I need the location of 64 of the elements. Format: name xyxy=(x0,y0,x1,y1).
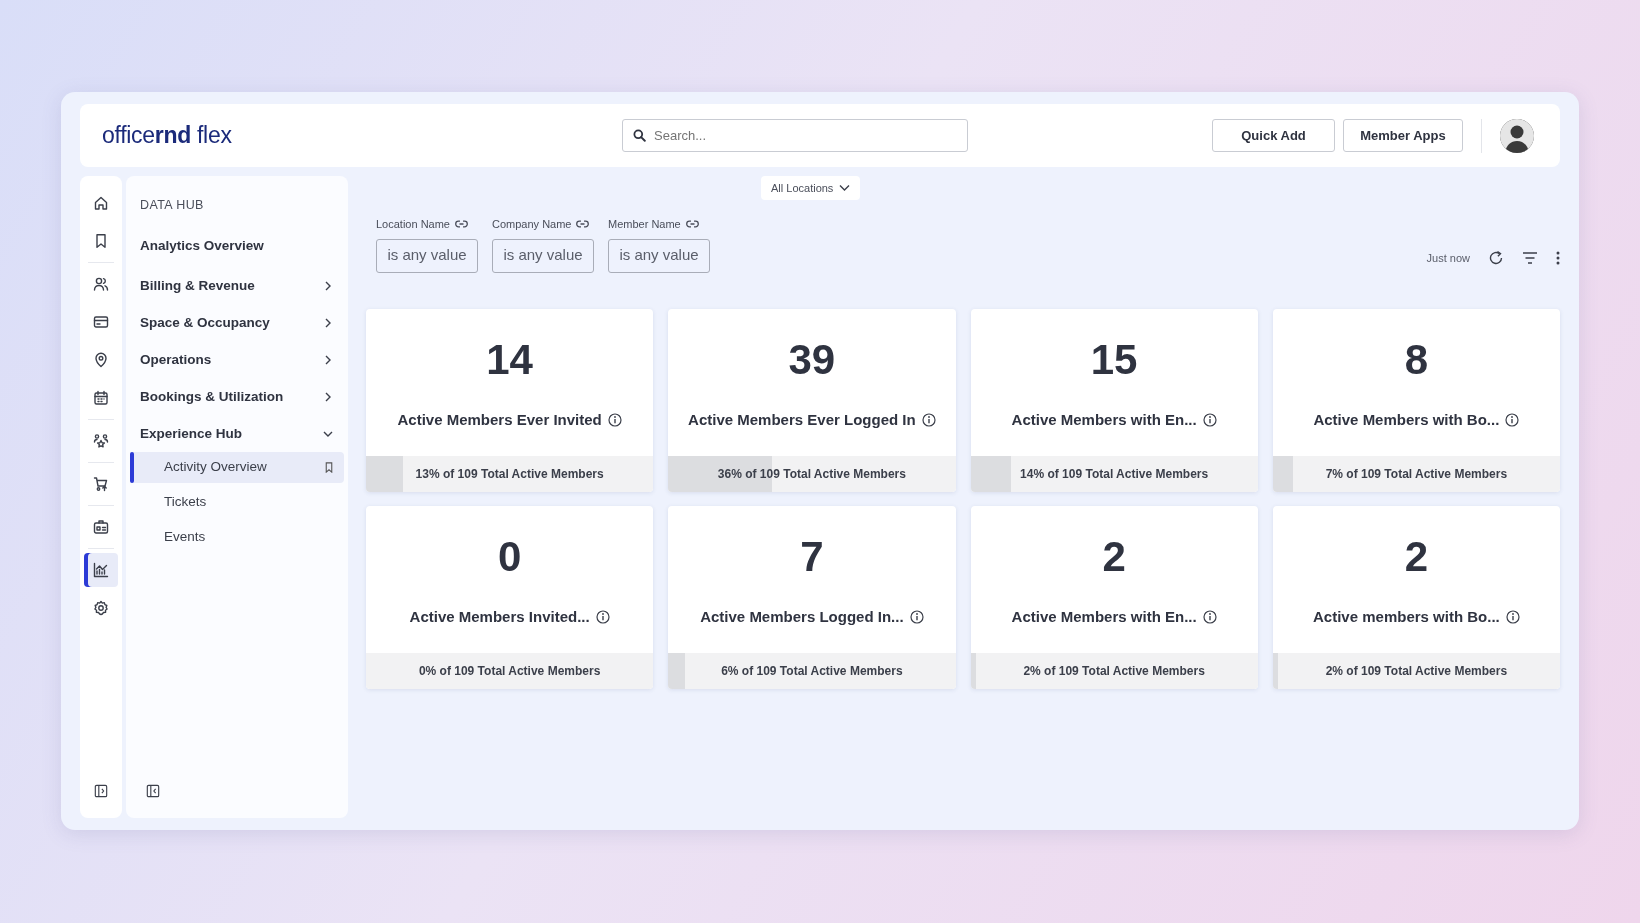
metric-title: Active Members with En... xyxy=(1011,606,1197,627)
filter-icon[interactable] xyxy=(1522,251,1538,266)
metric-value: 39 xyxy=(788,338,836,381)
metric-footer: 0% of 109 Total Active Members xyxy=(418,661,601,680)
metric-title: Active Members Invited... xyxy=(409,606,590,627)
metric-footer: 2% of 109 Total Active Members xyxy=(1325,661,1508,680)
info-icon[interactable] xyxy=(595,610,610,624)
chart-icon[interactable] xyxy=(84,553,118,587)
metric-value: 7 xyxy=(800,535,824,578)
nav-subitem[interactable]: Events xyxy=(130,521,344,553)
filter-field[interactable]: is any value xyxy=(608,238,710,273)
metric-title: Active Members Ever Logged In xyxy=(688,409,916,430)
metric-value: 8 xyxy=(1404,338,1429,381)
more-icon[interactable] xyxy=(1556,251,1560,266)
quick-add-button[interactable]: Quick Add xyxy=(1212,119,1335,152)
nav-item[interactable]: Analytics Overview xyxy=(130,228,344,264)
link-icon xyxy=(685,220,699,229)
avatar[interactable] xyxy=(1500,118,1534,153)
metric-value: 2 xyxy=(1102,535,1126,578)
link-icon xyxy=(576,220,590,229)
info-icon[interactable] xyxy=(607,413,622,427)
bookmark-icon[interactable] xyxy=(324,461,334,473)
metric-footer: 14% of 109 Total Active Members xyxy=(1020,464,1209,483)
member-apps-button[interactable]: Member Apps xyxy=(1343,119,1463,152)
metric-footer: 13% of 109 Total Active Members xyxy=(415,464,604,483)
nav-item[interactable]: Operations xyxy=(130,342,344,378)
metric-footer: 6% of 109 Total Active Members xyxy=(721,661,903,680)
logo: officernd flex xyxy=(102,121,233,151)
info-icon[interactable] xyxy=(1505,610,1520,624)
filter-label: Company Name xyxy=(492,217,572,232)
metric-value: 2 xyxy=(1404,535,1429,578)
nav-subitem[interactable]: Tickets xyxy=(130,486,344,518)
location-dropdown[interactable]: All Locations xyxy=(761,176,861,200)
refresh-icon[interactable] xyxy=(1488,250,1504,267)
filter-field[interactable]: is any value xyxy=(376,238,478,273)
metric-title: Active members with Bo... xyxy=(1313,606,1500,627)
nav-subitem[interactable]: Activity Overview xyxy=(130,451,344,483)
filter-field[interactable]: is any value xyxy=(492,238,594,273)
metric-title: Active Members with En... xyxy=(1011,409,1197,430)
metric-value: 15 xyxy=(1090,338,1138,381)
nav-item[interactable]: Billing & Revenue xyxy=(130,268,344,304)
info-icon[interactable] xyxy=(1202,610,1217,624)
search-field[interactable]: Search... xyxy=(622,119,968,152)
metric-value: 14 xyxy=(486,338,533,381)
filter-label: Location Name xyxy=(376,217,450,232)
chevron-down-icon xyxy=(839,184,851,192)
metric-title: Active Members Logged In... xyxy=(700,606,904,627)
metric-title: Active Members Ever Invited xyxy=(397,409,602,430)
refresh-status: Just now xyxy=(1426,251,1470,266)
info-icon[interactable] xyxy=(909,610,924,624)
section-title: DATA HUB xyxy=(139,197,205,214)
metric-title: Active Members with Bo... xyxy=(1313,409,1500,430)
metric-footer: 7% of 109 Total Active Members xyxy=(1325,464,1508,483)
metric-footer: 36% of 109 Total Active Members xyxy=(717,464,906,483)
nav-item[interactable]: Bookings & Utilization xyxy=(130,379,344,415)
info-icon[interactable] xyxy=(1202,413,1217,427)
nav-item[interactable]: Experience Hub xyxy=(130,416,344,452)
nav-item[interactable]: Space & Occupancy xyxy=(130,305,344,341)
info-icon[interactable] xyxy=(921,413,936,427)
metric-value: 0 xyxy=(497,535,522,578)
metric-footer: 2% of 109 Total Active Members xyxy=(1023,661,1205,680)
info-icon[interactable] xyxy=(1505,413,1520,427)
filter-label: Member Name xyxy=(608,217,681,232)
link-icon xyxy=(455,220,468,229)
